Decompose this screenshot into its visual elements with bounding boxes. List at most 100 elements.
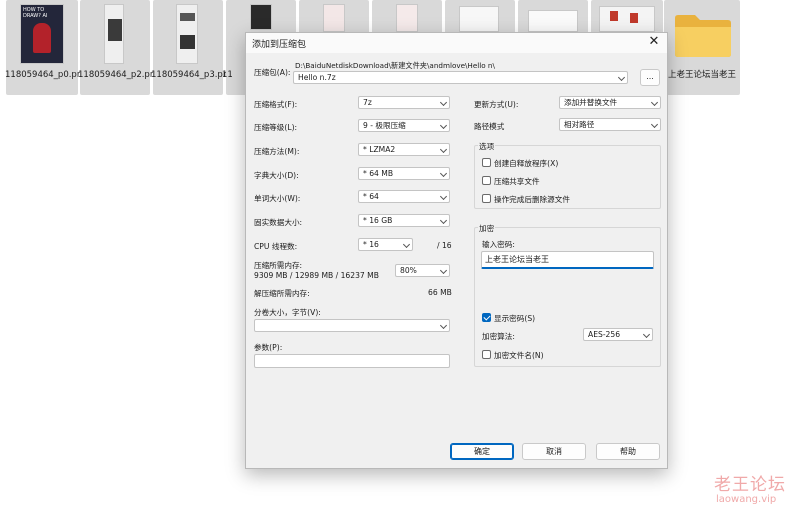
path-mode-label: 路径模式 <box>474 122 505 131</box>
password-label: 输入密码: <box>482 240 515 249</box>
chevron-down-icon <box>439 321 448 330</box>
delete-after-label: 操作完成后删除源文件 <box>494 195 570 204</box>
help-button[interactable]: 帮助 <box>596 443 660 460</box>
format-select[interactable]: 7z <box>358 96 450 109</box>
file-name: 118059464_p0.png <box>5 70 88 80</box>
figure-shape <box>33 23 51 53</box>
memory-values: 9309 MB / 12989 MB / 16237 MB <box>254 271 379 280</box>
file-thumbnail <box>323 4 345 32</box>
format-label: 压缩格式(F): <box>254 100 298 109</box>
thumbnail-block <box>180 35 195 49</box>
file-name: 118059464_p2.png <box>78 70 161 80</box>
thumbnail-block <box>180 13 195 21</box>
chevron-down-icon <box>650 98 659 107</box>
word-size-value: * 64 <box>363 192 379 201</box>
method-label: 压缩方法(M): <box>254 147 300 156</box>
split-volume-label: 分卷大小，字节(V): <box>254 308 321 317</box>
file-thumbnail <box>459 6 499 32</box>
options-title: 选项 <box>478 141 496 152</box>
dictionary-value: * 64 MB <box>363 169 394 178</box>
close-icon[interactable]: ✕ <box>647 35 661 49</box>
thumbnail-block <box>610 11 618 21</box>
desktop: HOW TO DRAW? AI 118059464_p0.png 1180594… <box>0 0 800 513</box>
chevron-down-icon <box>402 240 411 249</box>
chevron-down-icon <box>439 121 448 130</box>
show-password-checkbox[interactable] <box>482 313 491 322</box>
archive-name-value: Hello n.7z <box>298 73 336 82</box>
encryption-method-value: AES-256 <box>588 330 621 339</box>
path-mode-select[interactable]: 相对路径 <box>559 118 661 131</box>
cpu-threads-value: * 16 <box>363 240 379 249</box>
chevron-down-icon <box>642 330 651 339</box>
update-mode-label: 更新方式(U): <box>474 100 519 109</box>
file-thumbnail <box>396 4 418 32</box>
method-value: * LZMA2 <box>363 145 396 154</box>
file-name: 118059464_p3.png <box>151 70 234 80</box>
update-mode-value: 添加并替换文件 <box>564 98 618 107</box>
delete-after-checkbox[interactable] <box>482 194 491 203</box>
chevron-down-icon <box>439 145 448 154</box>
cpu-threads-total: / 16 <box>437 241 452 250</box>
file-thumbnail: HOW TO DRAW? AI <box>20 4 64 64</box>
params-input[interactable] <box>254 354 450 368</box>
word-size-label: 单词大小(W): <box>254 194 301 203</box>
memory-label: 压缩所需内存: <box>254 261 303 270</box>
archive-path: D:\BaiduNetdiskDownload\新建文件夹\andmlove\H… <box>295 61 495 70</box>
cancel-button[interactable]: 取消 <box>522 443 586 460</box>
encryption-method-label: 加密算法: <box>482 332 515 341</box>
encryption-method-select[interactable]: AES-256 <box>583 328 653 341</box>
folder-name: 上老王论坛当老王 <box>667 70 736 80</box>
update-mode-select[interactable]: 添加并替换文件 <box>559 96 661 109</box>
dictionary-select[interactable]: * 64 MB <box>358 167 450 180</box>
chevron-down-icon <box>439 266 448 275</box>
password-input[interactable]: 上老王论坛当老王 <box>481 251 654 269</box>
chevron-down-icon <box>439 169 448 178</box>
shared-files-checkbox[interactable] <box>482 176 491 185</box>
file-thumbnail <box>104 4 124 64</box>
dialog-title: 添加到压缩包 <box>252 40 307 50</box>
level-select[interactable]: 9 - 极限压缩 <box>358 119 450 132</box>
encrypt-names-label: 加密文件名(N) <box>494 351 544 360</box>
cpu-threads-label: CPU 线程数: <box>254 242 298 251</box>
cpu-threads-select[interactable]: * 16 <box>358 238 413 251</box>
thumbnail-block <box>630 13 638 23</box>
file-name: 11 <box>222 70 233 80</box>
level-label: 压缩等级(L): <box>254 123 298 132</box>
chevron-down-icon <box>439 98 448 107</box>
encrypt-names-checkbox[interactable] <box>482 350 491 359</box>
chevron-down-icon <box>650 120 659 129</box>
decompress-memory-value: 66 MB <box>428 288 452 297</box>
file-thumbnail <box>176 4 198 64</box>
file-thumbnail <box>599 6 655 32</box>
archive-name-combobox[interactable]: Hello n.7z <box>293 71 628 84</box>
format-value: 7z <box>363 98 372 107</box>
word-size-select[interactable]: * 64 <box>358 190 450 203</box>
add-to-archive-dialog: 添加到压缩包 ✕ 压缩包(A): D:\BaiduNetdiskDownload… <box>245 32 668 469</box>
show-password-label: 显示密码(S) <box>494 314 536 323</box>
dictionary-label: 字典大小(D): <box>254 171 299 180</box>
watermark-title: 老王论坛 <box>714 475 786 495</box>
level-value: 9 - 极限压缩 <box>363 121 406 130</box>
create-sfx-checkbox[interactable] <box>482 158 491 167</box>
chevron-down-icon <box>439 192 448 201</box>
solid-size-select[interactable]: * 16 GB <box>358 214 450 227</box>
method-select[interactable]: * LZMA2 <box>358 143 450 156</box>
archive-label: 压缩包(A): <box>254 68 291 77</box>
encryption-title: 加密 <box>478 223 496 234</box>
shared-files-label: 压缩共享文件 <box>494 177 540 186</box>
thumbnail-block <box>108 19 122 41</box>
file-thumbnail <box>250 4 272 30</box>
file-thumbnail <box>528 10 578 32</box>
chevron-down-icon <box>439 216 448 225</box>
params-label: 参数(P): <box>254 343 283 352</box>
folder-icon <box>675 15 731 57</box>
ok-button[interactable]: 确定 <box>450 443 514 460</box>
split-volume-combobox[interactable] <box>254 319 450 332</box>
decompress-memory-label: 解压缩所需内存: <box>254 289 310 298</box>
dialog-titlebar[interactable]: 添加到压缩包 ✕ <box>246 33 667 53</box>
create-sfx-label: 创建自释放程序(X) <box>494 159 559 168</box>
memory-percent-select[interactable]: 80% <box>395 264 450 277</box>
browse-button[interactable]: ... <box>640 69 660 86</box>
watermark-url: laowang.vip <box>716 494 777 505</box>
chevron-down-icon <box>617 73 626 82</box>
